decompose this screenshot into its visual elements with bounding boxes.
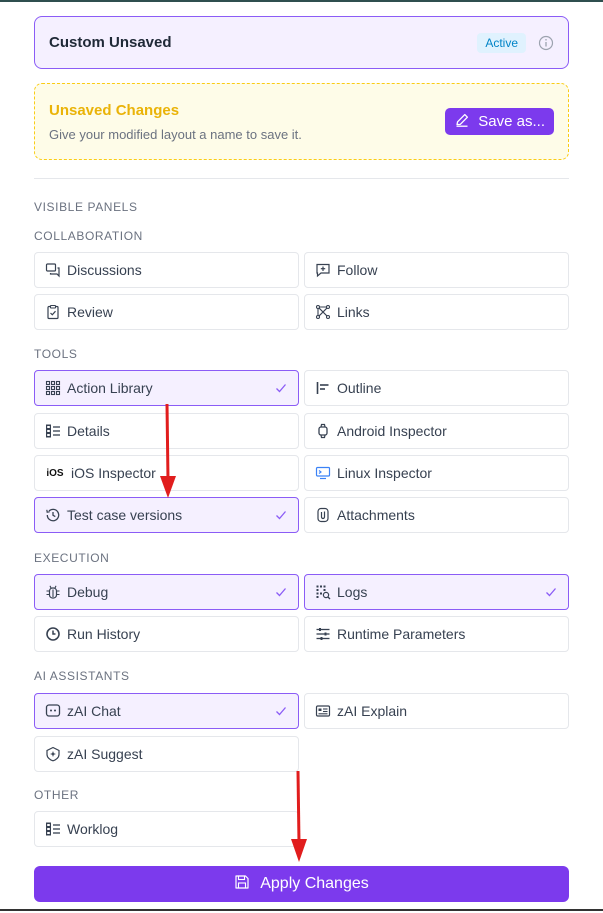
discussions-icon	[45, 262, 61, 278]
explain-card-icon	[315, 703, 331, 719]
panel-toggle-logs[interactable]: Logs	[304, 574, 569, 610]
unsaved-changes-box: Unsaved Changes Give your modified layou…	[34, 83, 569, 160]
section-tools: TOOLS	[34, 347, 78, 361]
paperclip-icon	[315, 507, 331, 523]
pencil-icon	[454, 112, 470, 132]
save-icon	[234, 874, 250, 895]
save-as-button[interactable]: Save as...	[445, 108, 554, 135]
watch-icon	[315, 423, 331, 439]
panel-toggle-zai-suggest[interactable]: zAI Suggest	[34, 736, 299, 772]
check-icon	[274, 585, 288, 599]
clipboard-check-icon	[45, 304, 61, 320]
unsaved-title: Unsaved Changes	[49, 101, 180, 119]
top-border	[0, 0, 603, 2]
check-icon	[274, 508, 288, 522]
check-icon	[544, 585, 558, 599]
panel-toggle-runtime-parameters[interactable]: Runtime Parameters	[304, 616, 569, 652]
outline-icon	[315, 380, 331, 396]
apply-changes-button[interactable]: Apply Changes	[34, 866, 569, 902]
links-icon	[315, 304, 331, 320]
bug-icon	[45, 584, 61, 600]
layout-profile-card[interactable]: Custom Unsaved Active	[34, 16, 569, 69]
status-badge: Active	[477, 32, 526, 53]
section-other: OTHER	[34, 788, 79, 802]
panel-toggle-follow[interactable]: Follow	[304, 252, 569, 288]
unsaved-subtitle: Give your modified layout a name to save…	[49, 126, 302, 142]
panel-toggle-outline[interactable]: Outline	[304, 370, 569, 406]
ios-icon: iOS	[46, 467, 64, 479]
grid-icon	[45, 380, 61, 396]
panel-toggle-action-library[interactable]: Action Library	[34, 370, 299, 406]
panel-toggle-android-inspector[interactable]: Android Inspector	[304, 413, 569, 449]
info-icon[interactable]	[538, 35, 554, 51]
monitor-icon	[315, 465, 331, 481]
divider	[34, 178, 569, 179]
check-icon	[274, 381, 288, 395]
panel-toggle-zai-explain[interactable]: zAI Explain	[304, 693, 569, 729]
check-icon	[274, 704, 288, 718]
sliders-icon	[315, 626, 331, 642]
panel-toggle-zai-chat[interactable]: zAI Chat	[34, 693, 299, 729]
panel-toggle-review[interactable]: Review	[34, 294, 299, 330]
save-as-label: Save as...	[478, 113, 545, 130]
panel-toggle-debug[interactable]: Debug	[34, 574, 299, 610]
panel-toggle-linux-inspector[interactable]: Linux Inspector	[304, 455, 569, 491]
details-icon	[45, 423, 61, 439]
panel-toggle-run-history[interactable]: Run History	[34, 616, 299, 652]
sparkle-shield-icon	[45, 746, 61, 762]
worklog-icon	[45, 821, 61, 837]
section-visible-panels: VISIBLE PANELS	[34, 200, 138, 214]
clock-icon	[45, 626, 61, 642]
section-execution: EXECUTION	[34, 551, 110, 565]
chat-bubble-icon	[45, 703, 61, 719]
panel-toggle-test-case-versions[interactable]: Test case versions	[34, 497, 299, 533]
follow-icon	[315, 262, 331, 278]
section-ai-assistants: AI ASSISTANTS	[34, 669, 130, 683]
annotation-arrow-icon	[160, 403, 176, 498]
apply-changes-label: Apply Changes	[260, 875, 369, 892]
panel-toggle-worklog[interactable]: Worklog	[34, 811, 299, 847]
panel-toggle-links[interactable]: Links	[304, 294, 569, 330]
profile-title: Custom Unsaved	[49, 34, 172, 51]
annotation-arrow-icon	[291, 770, 307, 862]
panel-toggle-attachments[interactable]: Attachments	[304, 497, 569, 533]
section-collaboration: COLLABORATION	[34, 229, 143, 243]
panel-toggle-discussions[interactable]: Discussions	[34, 252, 299, 288]
logs-icon	[315, 584, 331, 600]
history-clock-icon	[45, 507, 61, 523]
bottom-border	[0, 909, 603, 911]
